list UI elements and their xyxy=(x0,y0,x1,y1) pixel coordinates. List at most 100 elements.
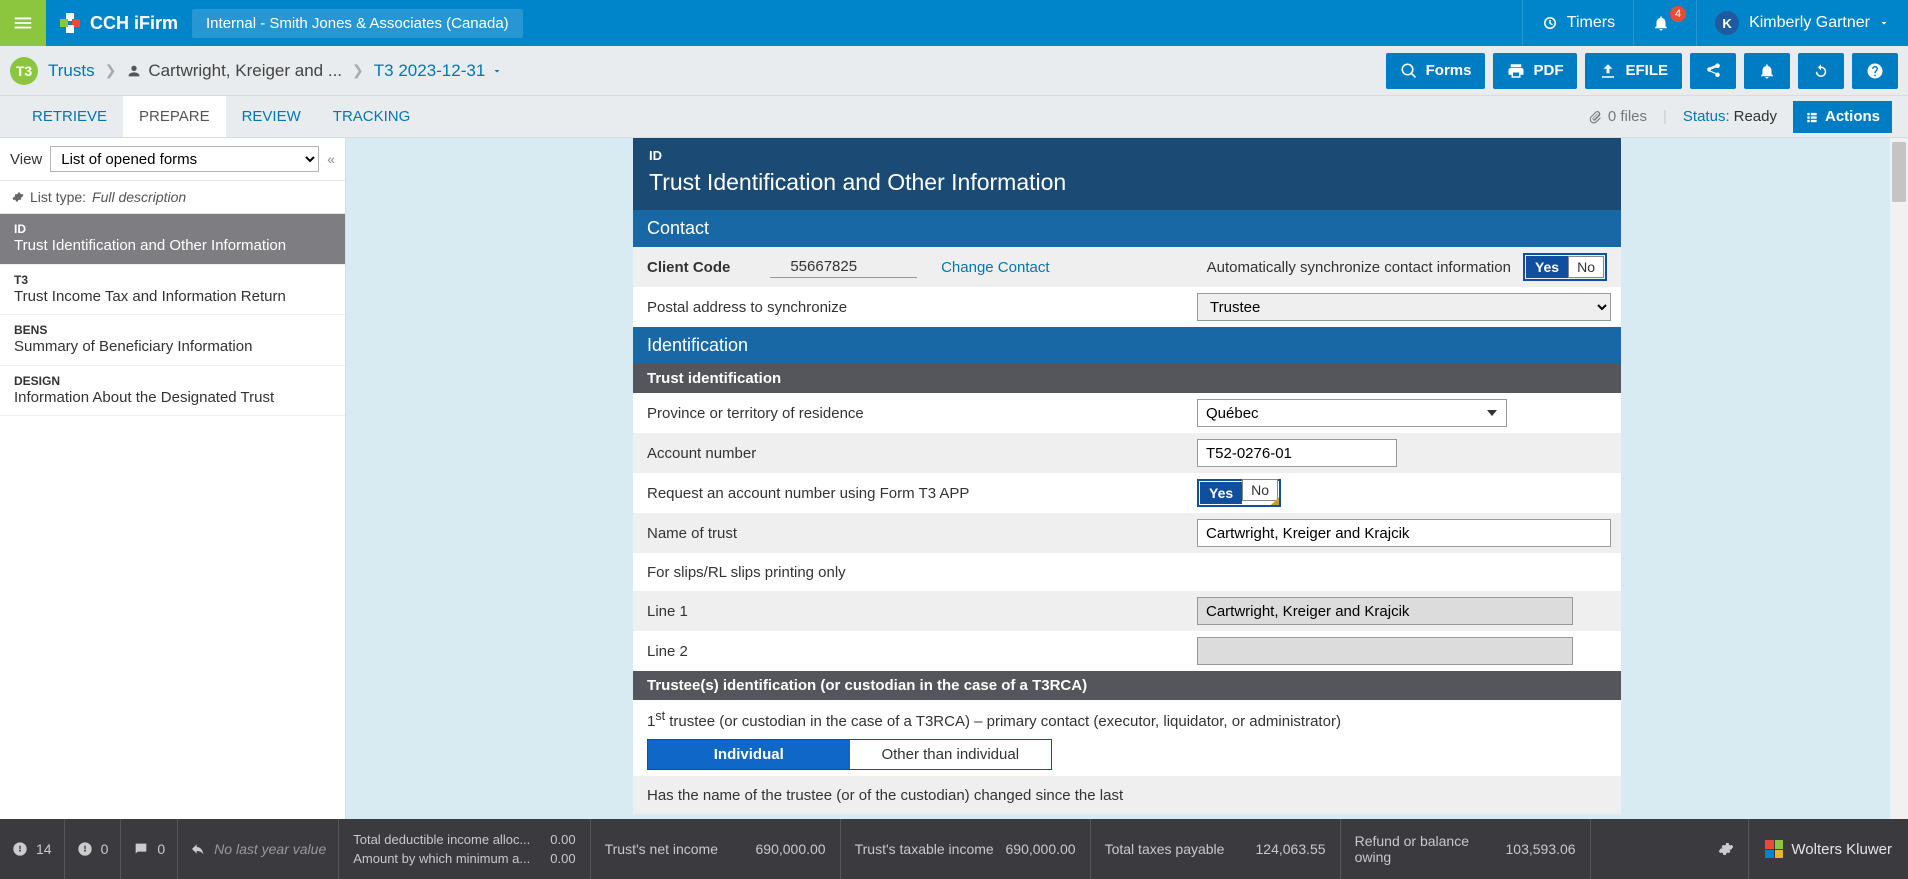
app-name: CCH iFirm xyxy=(90,13,178,34)
diag-icon xyxy=(77,841,93,857)
paperclip-icon xyxy=(1588,110,1602,124)
sidebar-item-design[interactable]: DESIGN Information About the Designated … xyxy=(0,366,345,417)
footer-bar: 14 0 0 No last year value Total deductib… xyxy=(0,819,1908,879)
main-area: View List of opened forms « List type: F… xyxy=(0,138,1908,819)
sidebar-item-t3[interactable]: T3 Trust Income Tax and Information Retu… xyxy=(0,265,345,316)
footer-lastyear[interactable]: No last year value xyxy=(178,819,339,879)
postal-label: Postal address to synchronize xyxy=(647,299,1197,316)
context-pill[interactable]: Internal - Smith Jones & Associates (Can… xyxy=(192,9,523,38)
request-label: Request an account number using Form T3 … xyxy=(647,485,1197,502)
line1-label: Line 1 xyxy=(647,603,1197,620)
print-icon xyxy=(1507,62,1525,80)
diag-icon xyxy=(12,841,28,857)
forms-button[interactable]: Forms xyxy=(1386,53,1486,89)
seg-other[interactable]: Other than individual xyxy=(850,740,1052,769)
notifications-button[interactable]: 4 xyxy=(1633,0,1696,46)
alerts-button[interactable] xyxy=(1744,53,1790,89)
help-button[interactable] xyxy=(1852,53,1898,89)
pdf-button[interactable]: PDF xyxy=(1493,53,1577,89)
sub-trustee-identification: Trustee(s) identification (or custodian … xyxy=(633,671,1621,700)
app-logo[interactable]: CCH iFirm xyxy=(46,13,192,34)
recycle-icon xyxy=(1812,62,1830,80)
share-button[interactable] xyxy=(1690,53,1736,89)
gear-icon xyxy=(1718,841,1734,857)
client-code-value[interactable]: 55667825 xyxy=(770,256,917,278)
breadcrumb-return[interactable]: T3 2023-12-31 xyxy=(374,61,486,81)
actions-button[interactable]: Actions xyxy=(1793,101,1892,133)
chevron-right-icon: ❯ xyxy=(352,62,364,79)
menu-icon xyxy=(12,12,34,34)
status-value: Ready xyxy=(1734,108,1777,125)
footer-net: Trust's net income690,000.00 xyxy=(591,819,841,879)
changed-label: Has the name of the trustee (or of the c… xyxy=(647,787,1123,804)
footer-diag2[interactable]: 0 xyxy=(65,819,122,879)
forms-sidebar: View List of opened forms « List type: F… xyxy=(0,138,346,819)
logo-icon xyxy=(60,13,80,33)
sidebar-item-bens[interactable]: BENS Summary of Beneficiary Information xyxy=(0,315,345,366)
sub-trust-identification: Trust identification xyxy=(633,364,1621,393)
timers-label: Timers xyxy=(1567,14,1615,32)
timers-button[interactable]: Timers xyxy=(1522,0,1633,46)
tab-prepare[interactable]: PREPARE xyxy=(123,96,226,137)
avatar: K xyxy=(1715,11,1739,35)
efile-button[interactable]: EFILE xyxy=(1585,53,1682,89)
auto-sync-toggle[interactable]: Yes No xyxy=(1523,253,1607,281)
view-select[interactable]: List of opened forms xyxy=(50,146,319,172)
form-content: ID Trust Identification and Other Inform… xyxy=(346,138,1908,819)
search-icon xyxy=(1400,62,1418,80)
footer-taxes: Total taxes payable124,063.55 xyxy=(1091,819,1341,879)
status-label[interactable]: Status: xyxy=(1683,108,1730,125)
client-code-label: Client Code xyxy=(647,259,730,276)
footer-notes[interactable]: 0 xyxy=(121,819,178,879)
trustee-type-toggle[interactable]: Individual Other than individual xyxy=(647,739,1052,770)
footer-diag1[interactable]: 14 xyxy=(0,819,65,879)
hamburger-menu[interactable] xyxy=(0,0,46,46)
name-input[interactable] xyxy=(1197,519,1611,547)
sidebar-item-id[interactable]: ID Trust Identification and Other Inform… xyxy=(0,214,345,265)
line2-input[interactable] xyxy=(1197,637,1573,665)
scroll-thumb[interactable] xyxy=(1892,142,1906,202)
chevron-down-icon[interactable] xyxy=(491,65,503,77)
line1-input[interactable] xyxy=(1197,597,1573,625)
seg-individual[interactable]: Individual xyxy=(648,740,850,769)
wolters-kluwer-logo[interactable]: Wolters Kluwer xyxy=(1749,819,1908,879)
list-type-row[interactable]: List type: Full description xyxy=(0,181,345,214)
line2-label: Line 2 xyxy=(647,643,1197,660)
request-toggle[interactable]: Yes No xyxy=(1197,479,1281,507)
return-type-badge: T3 xyxy=(10,57,38,85)
chevron-down-icon xyxy=(1878,17,1890,29)
account-input[interactable] xyxy=(1197,439,1397,467)
postal-select[interactable]: Trustee xyxy=(1197,293,1611,321)
account-label: Account number xyxy=(647,445,1197,462)
breadcrumb-bar: T3 Trusts ❯ Cartwright, Kreiger and ... … xyxy=(0,46,1908,96)
user-name: Kimberly Gartner xyxy=(1749,14,1870,32)
help-icon xyxy=(1866,62,1884,80)
tab-bar: RETRIEVE PREPARE REVIEW TRACKING 0 files… xyxy=(0,96,1908,138)
share-icon xyxy=(1704,62,1722,80)
tab-retrieve[interactable]: RETRIEVE xyxy=(16,96,123,137)
change-contact-link[interactable]: Change Contact xyxy=(941,259,1049,276)
province-label: Province or territory of residence xyxy=(647,405,1197,422)
tab-tracking[interactable]: TRACKING xyxy=(317,96,427,137)
files-indicator[interactable]: 0 files xyxy=(1588,108,1647,125)
bell-icon xyxy=(1758,62,1776,80)
collapse-sidebar[interactable]: « xyxy=(327,151,335,167)
province-select[interactable] xyxy=(1197,399,1507,427)
top-bar: CCH iFirm Internal - Smith Jones & Assoc… xyxy=(0,0,1908,46)
view-label: View xyxy=(10,151,42,168)
person-icon xyxy=(126,63,142,79)
breadcrumb-root[interactable]: Trusts xyxy=(48,61,95,81)
auto-sync-label: Automatically synchronize contact inform… xyxy=(1207,259,1511,276)
upload-icon xyxy=(1599,62,1617,80)
recycle-button[interactable] xyxy=(1798,53,1844,89)
chevron-right-icon: ❯ xyxy=(105,62,117,79)
user-menu[interactable]: K Kimberly Gartner xyxy=(1696,0,1908,46)
tab-review[interactable]: REVIEW xyxy=(226,96,317,137)
reply-icon xyxy=(190,841,206,857)
scrollbar[interactable] xyxy=(1890,138,1908,819)
form-canvas: ID Trust Identification and Other Inform… xyxy=(633,138,1621,814)
section-contact: Contact xyxy=(633,210,1621,247)
list-icon xyxy=(1805,110,1819,124)
breadcrumb-client[interactable]: Cartwright, Kreiger and ... xyxy=(148,61,342,81)
footer-settings[interactable] xyxy=(1704,819,1749,879)
